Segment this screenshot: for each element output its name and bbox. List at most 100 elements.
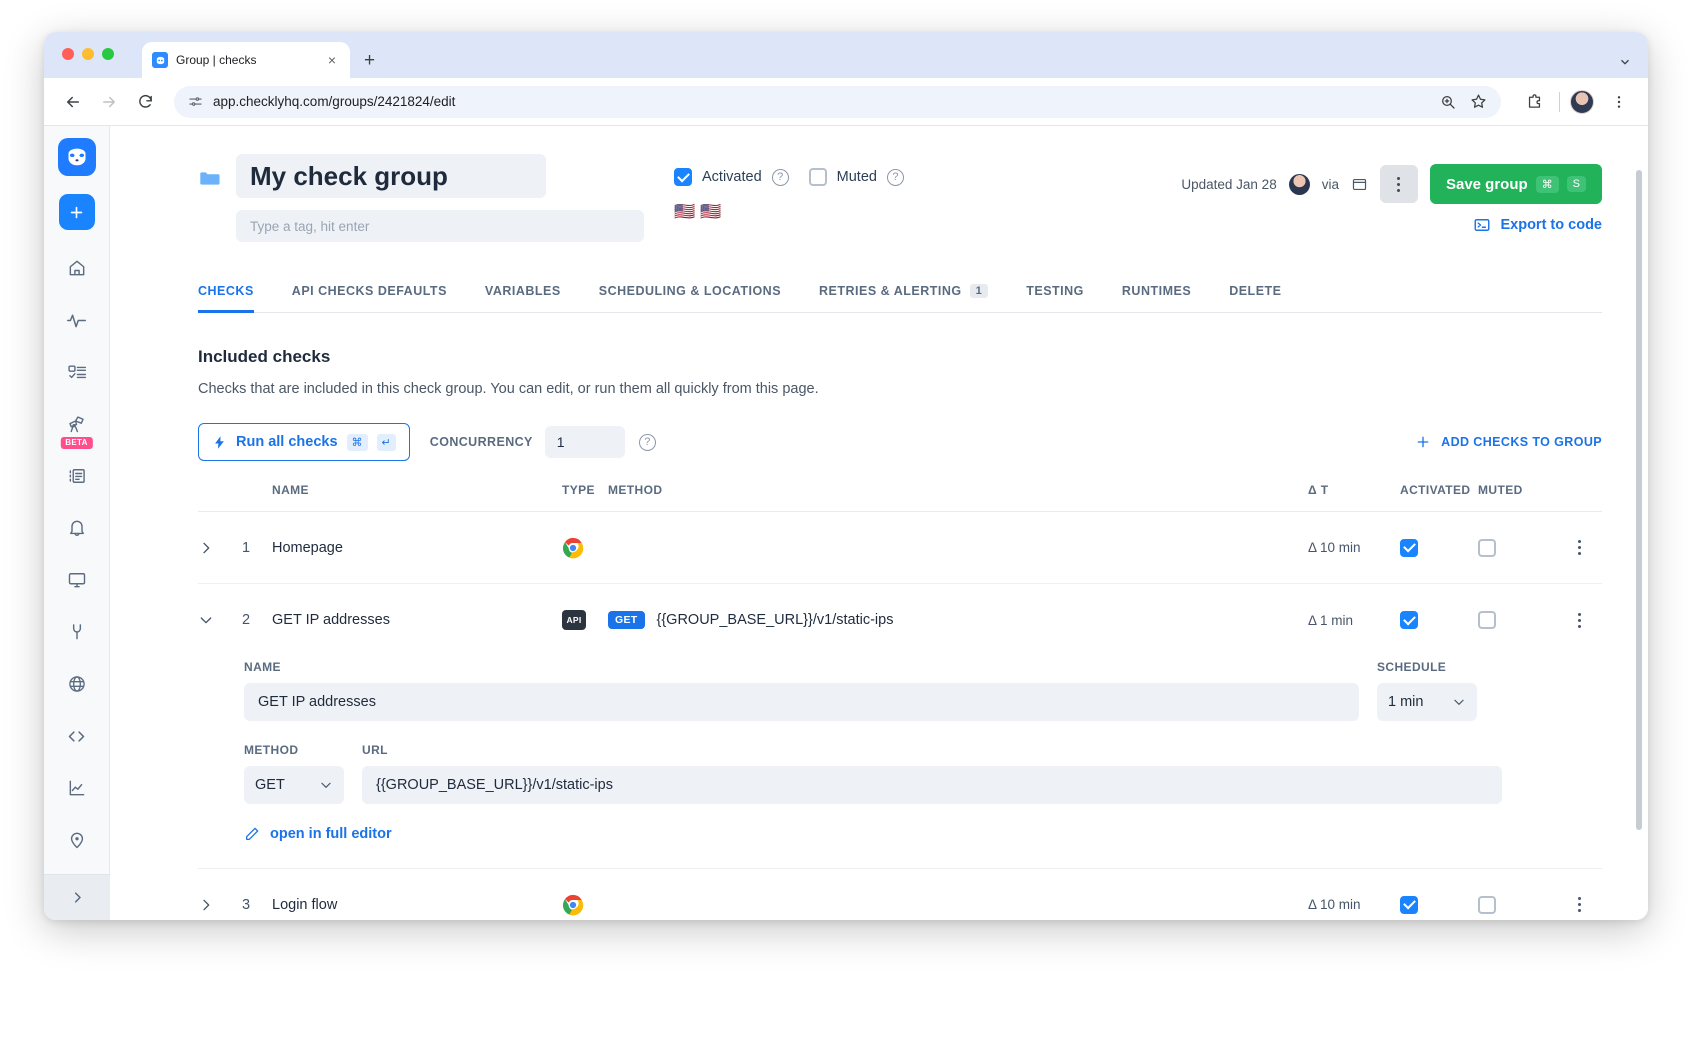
tab-scheduling-locations-label: SCHEDULING & LOCATIONS [598, 284, 782, 298]
sidebar-item-telescope[interactable]: BETA [55, 402, 99, 449]
browser-tab[interactable]: Group | checks × [142, 42, 350, 78]
tab-testing[interactable]: TESTING [1026, 284, 1084, 312]
activated-help-icon[interactable]: ? [771, 168, 789, 186]
row-number: 3 [242, 896, 251, 913]
close-window-button[interactable] [62, 48, 74, 60]
schedule-select[interactable]: 1 min [1377, 683, 1477, 721]
sidebar-item-checks[interactable] [55, 350, 99, 394]
add-checks-to-group-button[interactable]: ADD CHECKS TO GROUP [1415, 434, 1602, 450]
export-to-code-label: Export to code [1500, 217, 1602, 233]
bookmark-star-icon[interactable] [1470, 93, 1487, 110]
browser-menu-button[interactable] [1604, 87, 1634, 117]
extensions-icon[interactable] [1519, 87, 1549, 117]
check-name-input[interactable] [244, 683, 1359, 721]
row-url: {{GROUP_BASE_URL}}/v1/static-ips [656, 612, 894, 628]
sidebar-expand-button[interactable] [44, 874, 110, 920]
browser-toolbar: app.checklyhq.com/groups/2421824/edit [44, 78, 1648, 126]
browser-profile-avatar[interactable] [1570, 89, 1594, 114]
run-all-checks-label: Run all checks [236, 434, 338, 450]
muted-help-icon[interactable]: ? [886, 168, 904, 186]
tab-variables[interactable]: VARIABLES [485, 284, 561, 312]
row-more-options-button[interactable] [1577, 611, 1581, 629]
zoom-icon[interactable] [1440, 94, 1456, 110]
checks-table: NAME TYPE METHOD Δ T ACTIVATED MUTED 1 H… [198, 483, 1602, 920]
method-select[interactable]: GET [244, 766, 344, 804]
run-shortcut-enter: ↵ [376, 433, 396, 451]
row-method-badge: GET [608, 611, 645, 629]
export-to-code-button[interactable]: Export to code [1473, 216, 1602, 234]
table-row[interactable]: 3 Login flow Δ 10 min [198, 869, 1602, 920]
back-button[interactable] [58, 87, 88, 117]
check-url-input[interactable] [362, 766, 1502, 804]
muted-label: Muted [836, 169, 877, 185]
via-text: via [1321, 176, 1339, 192]
api-badge: API [562, 610, 586, 630]
row-muted-checkbox[interactable] [1478, 538, 1496, 557]
tab-runtimes-label: RUNTIMES [1121, 284, 1192, 298]
tab-delete-label: DELETE [1229, 284, 1282, 298]
table-row[interactable]: 1 Homepage Δ 10 min [198, 512, 1602, 584]
row-activated-checkbox[interactable] [1400, 895, 1418, 914]
plus-icon [1415, 434, 1431, 450]
browser-window: Group | checks × + app.checklyhq.com/gro… [44, 32, 1648, 920]
page-subtitle: Checks that are included in this check g… [198, 381, 819, 397]
add-new-button[interactable] [58, 194, 95, 230]
row-activated-checkbox[interactable] [1400, 611, 1418, 629]
minimize-window-button[interactable] [82, 48, 94, 60]
table-row[interactable]: 2 GET IP addresses API GET {{GROUP_BASE_… [198, 584, 1602, 656]
collapse-row-caret-icon[interactable] [198, 612, 242, 628]
tab-checks[interactable]: CHECKS [198, 284, 254, 313]
row-more-options-button[interactable] [1577, 539, 1581, 557]
sidebar-item-analytics[interactable] [55, 766, 99, 810]
tag-input[interactable] [236, 210, 644, 242]
group-header-actions: Updated Jan 28 via Save group ⌘ S Export… [1181, 154, 1602, 234]
app-root: BETA My check group Type a tag, hit ente… [44, 126, 1648, 920]
sidebar-item-activity[interactable] [55, 298, 99, 342]
tab-delete[interactable]: DELETE [1229, 284, 1281, 312]
tab-retries-alerting[interactable]: RETRIES & ALERTING 1 [819, 284, 989, 312]
forward-button[interactable] [94, 87, 124, 117]
site-settings-icon[interactable] [188, 94, 203, 109]
checkly-raccoon-logo-icon[interactable] [57, 138, 96, 176]
address-bar[interactable]: app.checklyhq.com/groups/2421824/edit [174, 85, 1501, 118]
muted-checkbox[interactable] [808, 168, 827, 186]
sidebar-item-dashboards[interactable] [55, 558, 99, 602]
row-activated-checkbox[interactable] [1400, 538, 1418, 557]
tab-variables-label: VARIABLES [484, 284, 561, 298]
close-tab-button[interactable]: × [324, 53, 340, 67]
screenshot-root: Group | checks × + app.checklyhq.com/gro… [0, 0, 1692, 1047]
sidebar-item-alerts[interactable] [55, 506, 99, 550]
expand-row-caret-icon[interactable] [198, 540, 242, 556]
group-more-options-button[interactable] [1379, 165, 1418, 203]
row-muted-checkbox[interactable] [1478, 895, 1496, 914]
reload-button[interactable] [130, 87, 160, 117]
lightning-icon [212, 435, 227, 450]
activated-checkbox[interactable] [674, 168, 692, 186]
page-scrollbar[interactable] [1636, 170, 1642, 830]
group-name-input[interactable] [236, 154, 546, 198]
row-more-options-button[interactable] [1577, 896, 1581, 914]
open-in-full-editor-link[interactable]: open in full editor [244, 826, 1602, 842]
sidebar-item-code[interactable] [55, 714, 99, 758]
tabstrip-menu-button[interactable] [1618, 55, 1632, 69]
expand-row-caret-icon[interactable] [198, 897, 242, 913]
sidebar-item-home[interactable] [55, 246, 99, 290]
sidebar-item-status-pages[interactable] [55, 662, 99, 706]
save-group-button[interactable]: Save group ⌘ S [1429, 164, 1602, 204]
concurrency-input[interactable] [544, 426, 625, 458]
window-controls[interactable] [62, 48, 114, 60]
tab-scheduling-locations[interactable]: SCHEDULING & LOCATIONS [599, 284, 781, 312]
sidebar-item-maintenance[interactable] [55, 610, 99, 654]
page-title: Included checks [198, 347, 331, 366]
maximize-window-button[interactable] [102, 48, 114, 60]
concurrency-label: CONCURRENCY [429, 435, 533, 449]
tab-api-checks-defaults[interactable]: API CHECKS DEFAULTS [292, 284, 447, 312]
terminal-icon [1473, 216, 1491, 234]
concurrency-help-icon[interactable]: ? [638, 433, 656, 451]
tab-runtimes[interactable]: RUNTIMES [1122, 284, 1191, 312]
run-all-checks-button[interactable]: Run all checks ⌘ ↵ [198, 423, 410, 461]
sidebar-item-reports[interactable] [55, 454, 99, 498]
sidebar-item-locations[interactable] [55, 818, 99, 862]
row-muted-checkbox[interactable] [1478, 611, 1496, 629]
new-tab-button[interactable]: + [364, 51, 375, 70]
